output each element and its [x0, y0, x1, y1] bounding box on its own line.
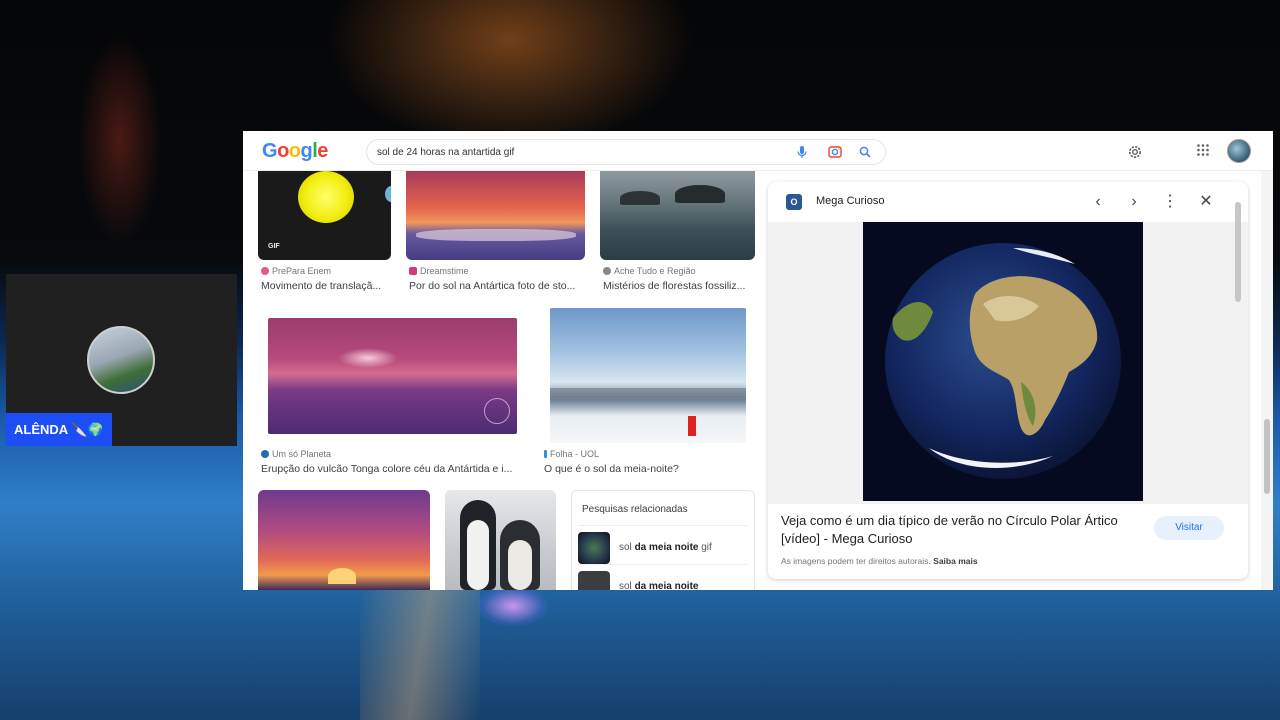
result-image-tonga-sky[interactable]	[268, 318, 517, 434]
panel-scroll-thumb[interactable]	[1235, 202, 1241, 302]
image-preview-panel: O Mega Curioso ‹ › ⋮ ✕ Veja como é um di…	[768, 182, 1248, 579]
gif-badge: GIF	[268, 243, 280, 250]
result-image-sunset-3[interactable]	[258, 490, 430, 590]
result-title[interactable]: Movimento de translaçã...	[261, 280, 391, 292]
visit-button[interactable]: Visitar	[1154, 516, 1224, 540]
related-item[interactable]: sol da meia noite	[578, 564, 748, 590]
panel-scrollbar[interactable]	[1234, 192, 1242, 572]
result-image-penguins[interactable]	[445, 490, 556, 590]
page-scrollbar[interactable]	[1261, 171, 1273, 590]
result-image-fossil-forest[interactable]	[600, 171, 755, 260]
result-source: Dreamstime	[409, 266, 469, 276]
result-title[interactable]: Mistérios de florestas fossiliz...	[603, 280, 755, 292]
search-header: Google	[243, 131, 1273, 171]
result-image-midnight-sun[interactable]	[550, 308, 746, 443]
background-space-glow	[40, 0, 200, 300]
page-scroll-thumb[interactable]	[1264, 419, 1270, 494]
background-lens-flare	[478, 586, 548, 626]
result-image-sun[interactable]: GIF	[258, 171, 391, 260]
copyright-notice: As imagens podem ter direitos autorais. …	[781, 556, 978, 566]
google-logo[interactable]: Google	[262, 140, 328, 163]
panel-site-name[interactable]: Mega Curioso	[816, 195, 884, 207]
chevron-left-icon[interactable]: ‹	[1088, 192, 1108, 212]
close-icon[interactable]: ✕	[1196, 192, 1216, 212]
earth-globe-graphic	[885, 243, 1121, 479]
more-vert-icon[interactable]: ⋮	[1160, 192, 1180, 212]
chevron-right-icon[interactable]: ›	[1124, 192, 1144, 212]
related-title: Pesquisas relacionadas	[582, 504, 688, 515]
preview-title-link[interactable]: Veja como é um dia típico de verão no Cí…	[781, 512, 1141, 548]
related-thumb	[578, 571, 610, 590]
profile-avatar[interactable]	[1227, 139, 1251, 163]
result-source: PrePara Enem	[261, 266, 331, 276]
result-source: Folha - UOL	[544, 449, 599, 459]
browser-window: Google sol de 24 horas na antartida gif …	[243, 131, 1273, 590]
result-source: Ache Tudo e Região	[603, 266, 696, 276]
streamer-avatar	[87, 326, 155, 394]
learn-more-link[interactable]: Saiba mais	[933, 556, 977, 566]
result-image-antarctic-sunset[interactable]	[406, 171, 585, 260]
streamer-name-tag: ALÊNDA 🔪🌍	[6, 413, 112, 446]
mic-icon[interactable]	[795, 145, 809, 159]
search-box	[366, 139, 886, 165]
sun-graphic	[298, 171, 354, 223]
search-input[interactable]	[377, 143, 777, 161]
preview-image[interactable]	[863, 222, 1143, 501]
related-thumb	[578, 532, 610, 564]
earth-graphic	[385, 186, 391, 202]
search-icon[interactable]	[858, 145, 872, 159]
related-searches: Pesquisas relacionadas sol da meia noite…	[571, 490, 755, 590]
background-ocean-stripe	[360, 590, 480, 720]
related-item-text: sol da meia noite gif	[619, 542, 712, 553]
result-title[interactable]: O que é o sol da meia-noite?	[544, 463, 754, 475]
site-favicon: O	[786, 194, 802, 210]
result-source: Um só Planeta	[261, 449, 331, 459]
related-item-text: sol da meia noite	[619, 581, 699, 590]
apps-icon[interactable]	[1196, 143, 1210, 157]
result-title[interactable]: Erupção do vulcão Tonga colore céu da An…	[261, 463, 523, 475]
lens-icon[interactable]	[828, 145, 842, 159]
webcam-overlay: ALÊNDA 🔪🌍	[6, 274, 237, 446]
gear-icon[interactable]	[1127, 144, 1143, 160]
related-item[interactable]: sol da meia noite gif	[578, 525, 748, 564]
result-title[interactable]: Por do sol na Antártica foto de sto...	[409, 280, 585, 292]
